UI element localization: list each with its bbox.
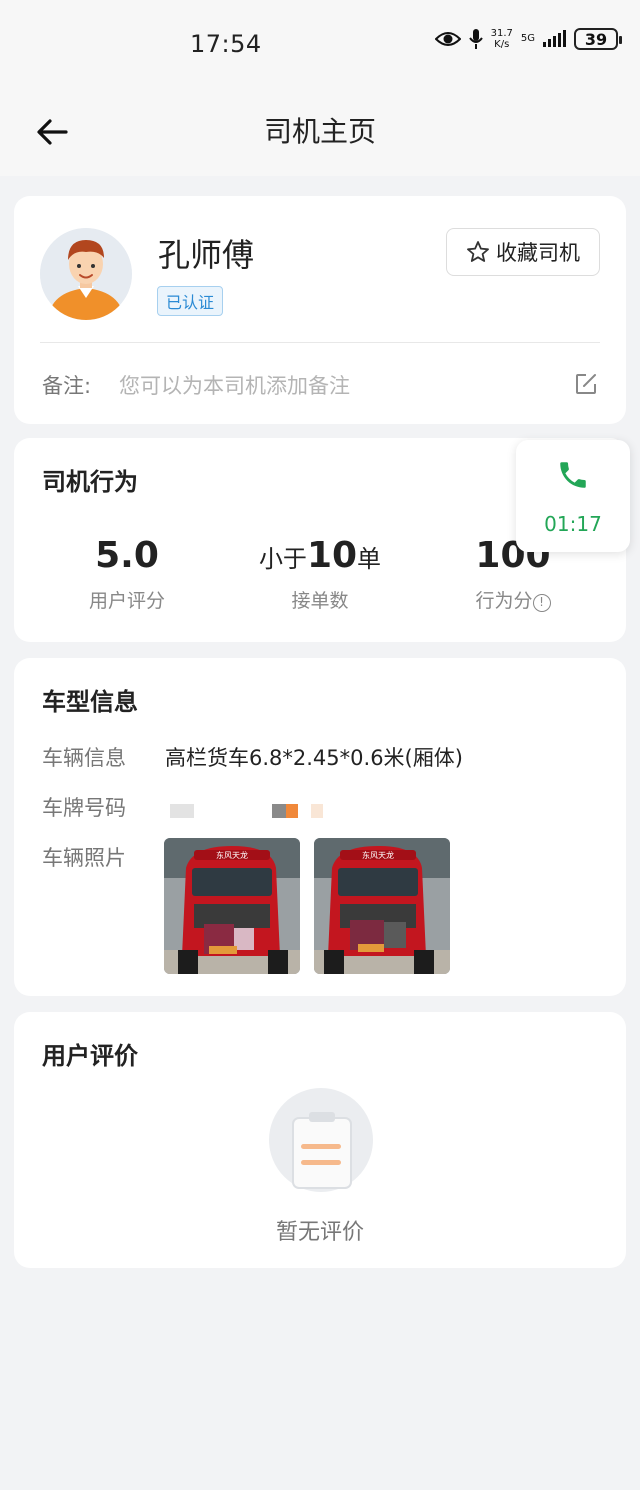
favorite-driver-button[interactable]: 收藏司机: [446, 228, 600, 276]
plate-number-redacted: [286, 804, 298, 818]
truck-banner-text: 东风天龙: [362, 850, 394, 860]
divider: [40, 342, 600, 343]
remark-label: 备注:: [42, 374, 92, 398]
info-icon[interactable]: !: [532, 594, 551, 612]
driver-name: 孔师傅: [158, 236, 255, 274]
section-title: 车型信息: [42, 688, 138, 716]
verified-badge: 已认证: [157, 286, 224, 316]
user-reviews-card: 用户评价 暂无评价: [14, 1012, 626, 1268]
avatar: [40, 228, 132, 320]
signal-icon: [543, 30, 566, 47]
empty-state-text: 暂无评价: [275, 1220, 364, 1245]
phone-icon: [560, 462, 586, 488]
microphone-icon: [468, 29, 483, 49]
driver-profile-card: 孔师傅 已认证 收藏司机 备注: 您可以为本司机添加备注: [14, 196, 626, 424]
network-type: 5G: [520, 33, 535, 44]
plate-number-redacted: [170, 804, 194, 818]
vehicle-photo[interactable]: 东风天龙: [164, 838, 300, 974]
vehicle-info-value: 高栏货车6.8*2.45*0.6米(厢体): [165, 746, 463, 770]
vehicle-info-label: 车辆信息: [42, 746, 126, 770]
rating-value: 5.0: [95, 535, 159, 576]
orders-value: 小于10单: [258, 535, 382, 576]
remark-input[interactable]: 您可以为本司机添加备注: [119, 370, 350, 400]
favorite-label: 收藏司机: [496, 241, 580, 265]
rating-stat: 5.0 用户评分: [42, 534, 212, 613]
page-title: 司机主页: [263, 115, 376, 148]
plate-label: 车牌号码: [42, 796, 126, 820]
section-title: 用户评价: [42, 1042, 138, 1070]
plate-number-redacted: [272, 804, 286, 818]
section-title: 司机行为: [42, 468, 138, 496]
app-header: 司机主页: [0, 88, 640, 176]
eye-icon: [434, 32, 461, 46]
orders-label: 接单数: [291, 590, 349, 612]
behavior-score-label[interactable]: 行为分!: [428, 586, 598, 613]
orders-stat: 小于10单 接单数: [235, 534, 405, 613]
call-timer: 01:17: [544, 512, 602, 536]
photos-label: 车辆照片: [42, 846, 126, 870]
battery-icon: 39: [574, 28, 622, 50]
call-widget[interactable]: 01:17: [516, 440, 630, 552]
star-icon: [467, 241, 489, 262]
empty-clipboard-icon: [269, 1088, 373, 1192]
status-time: 17:54: [190, 30, 262, 58]
status-bar: 17:54 31.7 K/s 5G 39: [0, 0, 640, 88]
vehicle-photo[interactable]: 东风天龙: [314, 838, 450, 974]
net-speed: 31.7 K/s: [490, 28, 513, 50]
truck-banner-text: 东风天龙: [216, 850, 248, 860]
vehicle-info-card: 车型信息 车辆信息 高栏货车6.8*2.45*0.6米(厢体) 车牌号码 车辆照…: [14, 658, 626, 996]
edit-icon[interactable]: [574, 372, 598, 396]
plate-number-redacted: [311, 804, 323, 818]
rating-label: 用户评分: [88, 590, 165, 612]
status-icons: 31.7 K/s 5G 39: [434, 28, 622, 50]
